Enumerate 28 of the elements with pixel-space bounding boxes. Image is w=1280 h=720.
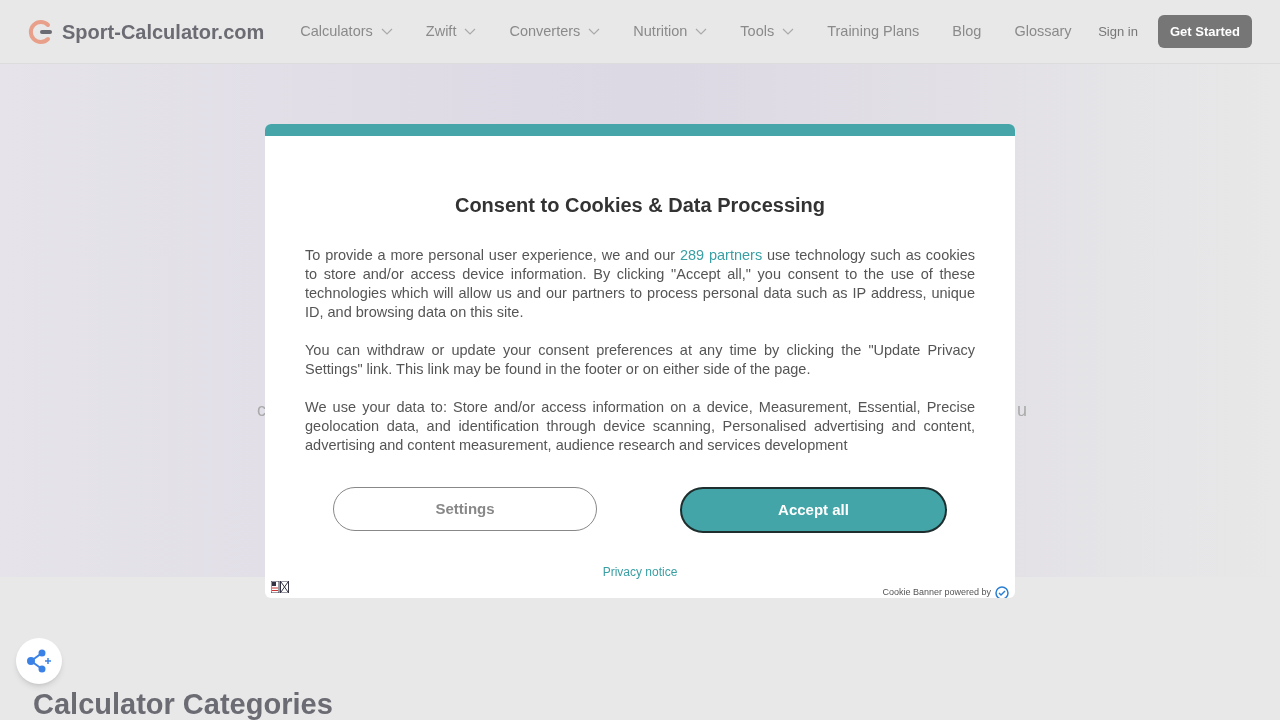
partners-link[interactable]: 289 partners	[679, 247, 763, 263]
nav-link[interactable]: Converters	[509, 20, 601, 43]
nav-link[interactable]: Blog	[952, 20, 982, 43]
nav-link[interactable]: Tools	[740, 20, 795, 43]
dialog-title: Consent to Cookies & Data Processing	[453, 193, 827, 218]
nav-link[interactable]: Glossary	[1014, 20, 1072, 43]
nav-link[interactable]: Training Plans	[827, 20, 920, 43]
privacy-notice-link[interactable]: Privacy notice	[602, 563, 678, 581]
nav-link[interactable]: Zwift	[425, 20, 477, 43]
section-heading: Calculator Categories	[33, 688, 333, 720]
settings-button[interactable]: Settings	[333, 487, 597, 531]
sign-in-link[interactable]: Sign in	[1098, 21, 1138, 42]
nav-link[interactable]: Nutrition	[633, 20, 708, 43]
hero-text: u	[1017, 399, 1027, 422]
accept-all-button[interactable]: Accept all	[680, 487, 947, 533]
share-icon	[26, 649, 52, 673]
share-button[interactable]	[16, 638, 62, 684]
hero-text: c	[257, 399, 266, 422]
site-logo[interactable]: Sport-Calculator.com	[62, 16, 265, 47]
consent-paragraph: To provide a more personal user experience, we and our 289 partners use technology such as cookies to store and/or access device information. By clicking "Accept all," you consent to the use of these technologies which will allow us and our partners to process personal data such as IP address, unique ID, and browsing data on this site.	[305, 246, 975, 322]
flag-icon[interactable]	[271, 581, 289, 593]
nav-link[interactable]: Calculators	[300, 20, 393, 43]
logo-icon	[28, 18, 54, 45]
check-badge-icon	[995, 586, 1009, 598]
consent-paragraph: You can withdraw or update your consent preferences at any time by clicking the "Update Privacy Settings" link. This link may be found in the footer or on either side of the page.	[305, 341, 975, 379]
consent-paragraph: We use your data to: Store and/or access information on a device, Measurement, Essential, Precise geolocation data, and identification through device scanning, Personalised advertising and content, advertising and content measurement, audience research and services development	[305, 398, 975, 455]
get-started-button[interactable]: Get Started	[1157, 15, 1252, 48]
powered-by-text: Cookie Banner powered by	[882, 586, 991, 598]
